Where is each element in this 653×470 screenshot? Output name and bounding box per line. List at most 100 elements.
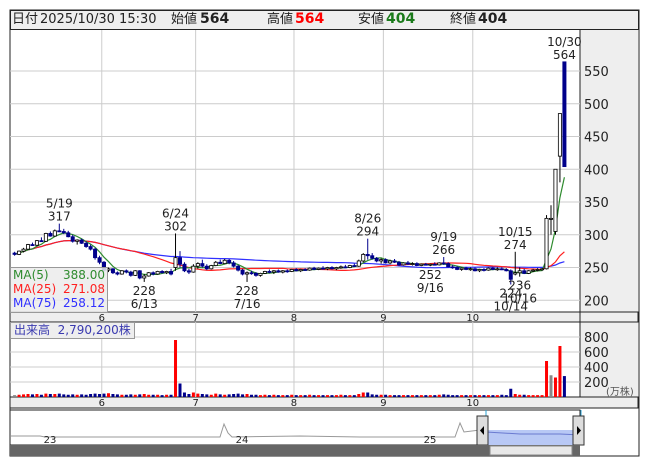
- volume-bar: [111, 394, 115, 397]
- volume-bar: [370, 394, 374, 397]
- month-tick-label: 9: [380, 313, 386, 324]
- open-label: 始値: [171, 12, 198, 27]
- navigator-right-handle[interactable]: [572, 415, 585, 446]
- price-tick-label: 400: [584, 163, 609, 178]
- candle-body: [522, 270, 527, 274]
- volume-bar: [285, 395, 289, 397]
- volume-bar: [276, 395, 280, 397]
- candle-body: [531, 269, 536, 272]
- candle-body: [405, 262, 410, 265]
- candle-body: [17, 250, 22, 255]
- volume-bar: [495, 395, 499, 397]
- price-tick-label: 200: [584, 294, 609, 309]
- ma75-value: 258.12: [63, 296, 105, 310]
- candle-body: [84, 242, 89, 247]
- candle: [240, 268, 245, 276]
- volume-bar: [267, 395, 271, 397]
- volume-bar: [138, 394, 142, 397]
- volume-bar: [375, 394, 379, 397]
- volume-bar: [218, 394, 222, 397]
- annotation-value: 252: [419, 268, 442, 282]
- volume-bar: [460, 395, 464, 397]
- volume-bar: [366, 392, 370, 397]
- annotation-date: 10/16: [502, 292, 537, 306]
- candle-body: [169, 271, 174, 275]
- volume-bar: [451, 395, 455, 397]
- scrollbar-thumb[interactable]: [489, 445, 573, 456]
- volume-bar: [339, 394, 343, 397]
- candle-body: [316, 267, 321, 270]
- candle-body: [249, 272, 254, 275]
- candle-body: [195, 263, 200, 267]
- annotation-value: 228: [236, 284, 259, 298]
- candle-body: [468, 268, 473, 271]
- low-label: 安値: [358, 12, 385, 27]
- annotation-date: 8/26: [354, 212, 381, 226]
- candle-body: [526, 270, 531, 274]
- candle-body: [477, 269, 482, 272]
- candle-body: [34, 240, 39, 246]
- volume-bar: [80, 394, 84, 397]
- volume-bar: [13, 395, 17, 397]
- candle-body: [423, 263, 428, 266]
- annotation-value: 236: [508, 279, 531, 293]
- candle-body: [397, 261, 402, 266]
- candle: [34, 239, 39, 246]
- volume-bar: [326, 395, 329, 397]
- volume-bar: [406, 395, 410, 397]
- candle: [119, 270, 124, 275]
- candle-body: [12, 252, 17, 255]
- month-tick-label: 7: [192, 313, 198, 324]
- volume-bar: [142, 394, 146, 397]
- volume-bar: [343, 395, 347, 397]
- candle: [137, 270, 142, 280]
- candle: [526, 270, 531, 275]
- candle-body: [204, 265, 209, 270]
- candle-body: [124, 270, 129, 273]
- ma5-legend: MA(5) 388.00: [11, 268, 107, 282]
- volume-bar: [156, 394, 160, 397]
- candle-body: [209, 265, 214, 270]
- volume-bar: [258, 395, 262, 397]
- volume-bar: [518, 394, 522, 397]
- candle-body: [43, 233, 48, 242]
- volume-tick-label: 800: [584, 331, 609, 346]
- volume-bar: [290, 394, 294, 397]
- high-value: 564: [295, 11, 325, 27]
- candle-body: [450, 266, 455, 269]
- ma-legend: MA(5) 388.00 MA(25) 271.08 MA(75) 258.12: [10, 267, 108, 313]
- volume-bar: [549, 375, 553, 397]
- month-tick-label: 8: [291, 313, 297, 324]
- candle: [17, 250, 22, 256]
- candle-body: [312, 267, 317, 270]
- volume-bar: [178, 383, 182, 397]
- close-value: 404: [478, 11, 508, 27]
- candle-body: [557, 113, 562, 157]
- price-annotation: 8/26294: [354, 212, 381, 239]
- annotation-date: 10/30: [547, 35, 582, 49]
- candle-body: [473, 268, 478, 272]
- candle: [486, 267, 491, 271]
- candle-body: [191, 265, 196, 273]
- ma25-label: MA(25): [13, 282, 57, 296]
- candle-body: [97, 257, 102, 263]
- chart-canvas[interactable]: 200250300350400450500550200400600800(万株)…: [0, 0, 653, 470]
- candle-body: [200, 263, 205, 267]
- candle-body: [338, 266, 343, 269]
- candle-body: [455, 267, 460, 270]
- volume-bar: [30, 394, 34, 397]
- candle-body: [231, 262, 236, 267]
- candle-body: [142, 275, 147, 279]
- candle: [93, 247, 98, 260]
- volume-bar: [98, 394, 102, 397]
- navigator-left-handle[interactable]: [476, 415, 489, 446]
- candle: [544, 215, 549, 270]
- volume-bar: [388, 395, 392, 397]
- candle-body: [182, 263, 187, 272]
- volume-bar: [102, 393, 106, 397]
- volume-bar: [384, 394, 388, 397]
- volume-bar: [147, 394, 151, 397]
- candle-body: [392, 260, 397, 263]
- volume-bar: [115, 394, 119, 397]
- candle-body: [383, 259, 388, 264]
